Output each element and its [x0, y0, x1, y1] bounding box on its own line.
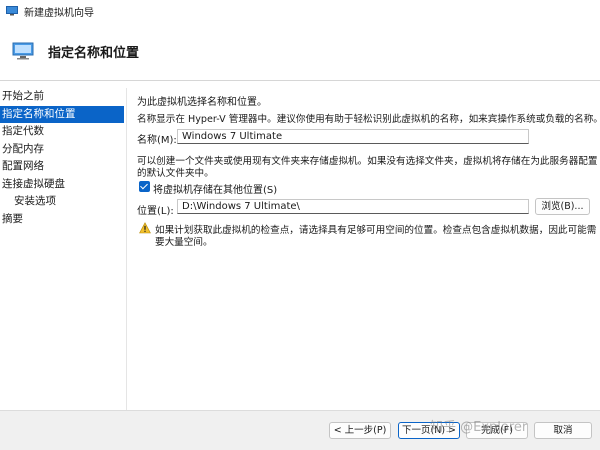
name-label: 名称(M):: [137, 135, 177, 146]
name-hint: 名称显示在 Hyper-V 管理器中。建议你使用有助于轻松识别此虚拟机的名称，如…: [137, 114, 600, 125]
warning-line1: 如果计划获取此虚拟机的检查点，请选择具有足够可用空间的位置。检查点包含虚拟机数据…: [155, 225, 597, 236]
nav-separator: [126, 88, 127, 410]
wizard-header: 指定名称和位置: [0, 22, 600, 81]
name-input[interactable]: Windows 7 Ultimate: [177, 129, 529, 144]
nav-item-memory[interactable]: 分配内存: [0, 141, 126, 159]
intro-text: 为此虚拟机选择名称和位置。: [137, 97, 267, 108]
location-label: 位置(L):: [137, 206, 174, 217]
nav-item-before-you-begin[interactable]: 开始之前: [0, 88, 126, 106]
watermark: 知乎 @Explorer: [430, 420, 528, 435]
browse-button[interactable]: 浏览(B)...: [535, 198, 590, 215]
nav-item-summary[interactable]: 摘要: [0, 211, 126, 229]
nav-item-network[interactable]: 配置网络: [0, 158, 126, 176]
nav-item-name-location[interactable]: 指定名称和位置: [0, 105, 124, 123]
title-bar: 新建虚拟机向导: [0, 0, 600, 22]
window-icon: [6, 6, 18, 16]
warning-line2: 要大量空间。: [155, 237, 213, 248]
monitor-icon: [12, 42, 34, 60]
nav-item-install-options[interactable]: 安装选项: [0, 193, 126, 211]
previous-button[interactable]: < 上一步(P): [329, 422, 391, 439]
wizard-steps: 开始之前 指定名称和位置 指定代数 分配内存 配置网络 连接虚拟硬盘 安装选项 …: [0, 88, 126, 418]
checkbox-label[interactable]: 将虚拟机存储在其他位置(S): [153, 181, 277, 196]
window-title: 新建虚拟机向导: [24, 7, 94, 19]
nav-item-virtual-disk[interactable]: 连接虚拟硬盘: [0, 176, 126, 194]
page-title: 指定名称和位置: [48, 45, 140, 61]
store-elsewhere-checkbox[interactable]: [139, 181, 150, 192]
cancel-button[interactable]: 取消: [534, 422, 592, 439]
nav-item-generation[interactable]: 指定代数: [0, 123, 126, 141]
folder-hint-line2: 的默认文件夹中。: [137, 168, 214, 179]
warning-icon: [139, 222, 151, 234]
location-input[interactable]: D:\Windows 7 Ultimate\: [177, 199, 529, 214]
